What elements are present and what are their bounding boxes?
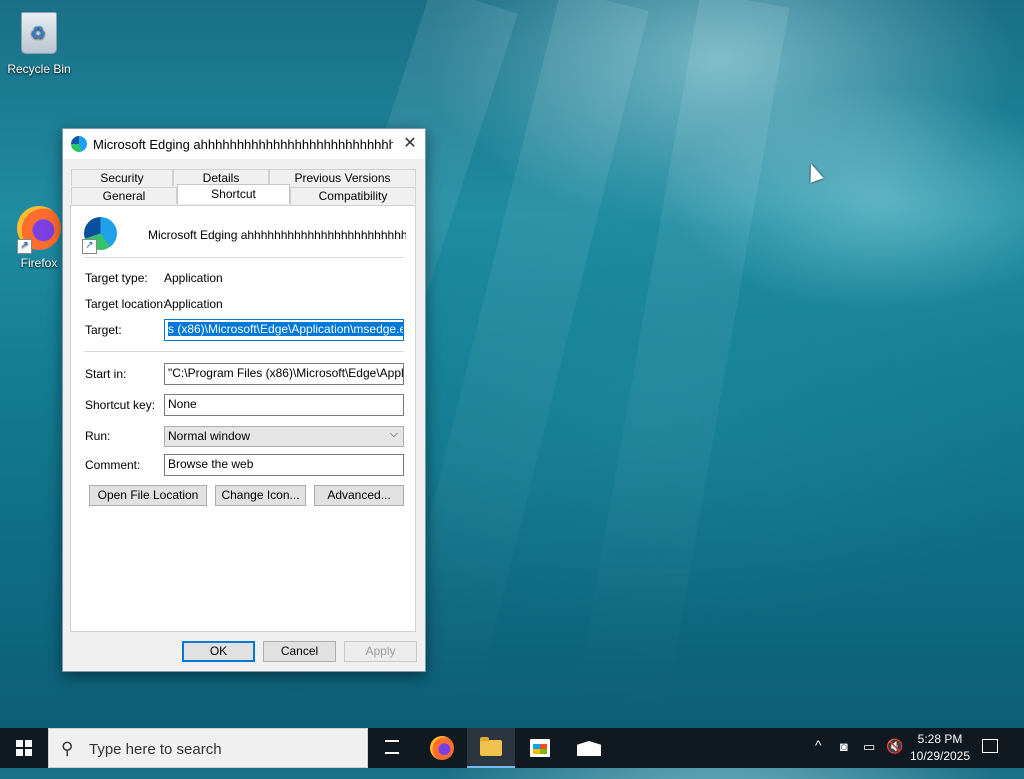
- change-icon-button[interactable]: Change Icon...: [215, 485, 306, 506]
- shortcut-arrow-icon: ↗: [82, 239, 97, 254]
- shortcut-arrow-icon: ↗: [17, 239, 32, 254]
- tab-security[interactable]: Security: [71, 169, 173, 186]
- comment-input[interactable]: Browse the web: [164, 454, 404, 476]
- notification-center-icon[interactable]: [982, 739, 998, 753]
- apply-button[interactable]: Apply: [344, 641, 417, 662]
- tray-overflow-chevron-icon[interactable]: ^: [815, 737, 822, 777]
- tab-previous-versions[interactable]: Previous Versions: [269, 169, 416, 186]
- dialog-title: Microsoft Edging ahhhhhhhhhhhhhhhhhhhhhh…: [93, 136, 393, 152]
- taskbar-search-box[interactable]: ⚲ Type here to search: [48, 728, 368, 768]
- clock-time: 5:28 PM: [917, 732, 963, 746]
- store-icon: [530, 739, 550, 757]
- firefox-icon: ↗: [15, 206, 63, 254]
- taskbar: ⚲ Type here to search ^ ◙ ▭ 🔇 5:28 PM 10…: [0, 728, 1024, 768]
- taskbar-firefox-button[interactable]: [418, 728, 466, 768]
- advanced-button[interactable]: Advanced...: [314, 485, 404, 506]
- meet-now-icon[interactable]: ◙: [840, 739, 848, 779]
- divider: [84, 351, 404, 352]
- tab-strip: Security Details Previous Versions Gener…: [71, 169, 417, 205]
- target-input[interactable]: s (x86)\Microsoft\Edge\Application\msedg…: [164, 319, 404, 341]
- task-view-button[interactable]: [368, 728, 416, 768]
- mouse-cursor-icon: [804, 161, 824, 183]
- desktop-icon-recycle-bin[interactable]: Recycle Bin: [1, 6, 77, 76]
- start-in-input[interactable]: "C:\Program Files (x86)\Microsoft\Edge\A…: [164, 363, 404, 385]
- windows-logo-icon: [16, 740, 32, 756]
- run-label: Run:: [85, 429, 111, 443]
- run-select[interactable]: Normal window ⌵: [164, 426, 404, 447]
- shortcut-properties-dialog: Microsoft Edging ahhhhhhhhhhhhhhhhhhhhhh…: [62, 128, 426, 672]
- clock-date: 10/29/2025: [909, 749, 971, 763]
- search-placeholder: Type here to search: [89, 741, 222, 758]
- open-file-location-button[interactable]: Open File Location: [89, 485, 207, 506]
- target-type-value: Application: [164, 271, 223, 285]
- shortcut-name: Microsoft Edging ahhhhhhhhhhhhhhhhhhhhhh…: [148, 228, 406, 242]
- shortcut-key-label: Shortcut key:: [85, 398, 156, 412]
- target-location-label: Target location:: [85, 297, 167, 311]
- volume-muted-icon[interactable]: 🔇: [886, 738, 903, 778]
- taskbar-clock[interactable]: 5:28 PM 10/29/2025: [908, 731, 972, 765]
- edge-icon: ↗: [82, 217, 117, 254]
- tab-general[interactable]: General: [71, 187, 177, 204]
- tab-shortcut[interactable]: Shortcut: [177, 184, 290, 204]
- target-label: Target:: [85, 323, 122, 337]
- close-button[interactable]: ✕: [395, 129, 425, 159]
- ok-button[interactable]: OK: [182, 641, 255, 662]
- tab-compatibility[interactable]: Compatibility: [290, 187, 416, 204]
- task-view-icon: [385, 740, 399, 754]
- comment-label: Comment:: [85, 458, 141, 472]
- edge-icon: [71, 136, 87, 152]
- desktop-icon-label: Recycle Bin: [7, 62, 71, 76]
- chevron-down-icon: ⌵: [389, 428, 398, 440]
- cancel-button[interactable]: Cancel: [263, 641, 336, 662]
- mail-icon: [577, 741, 601, 756]
- network-icon[interactable]: ▭: [863, 739, 875, 779]
- taskbar-store-button[interactable]: [516, 728, 564, 768]
- target-text: s (x86)\Microsoft\Edge\Application\msedg…: [168, 322, 403, 336]
- firefox-icon: [430, 736, 454, 760]
- start-in-label: Start in:: [85, 367, 127, 381]
- run-select-value: Normal window: [168, 429, 251, 443]
- divider: [84, 257, 404, 258]
- shortcut-tab-panel: ↗ Microsoft Edging ahhhhhhhhhhhhhhhhhhhh…: [70, 205, 416, 632]
- taskbar-file-explorer-button[interactable]: [467, 728, 515, 768]
- search-icon: ⚲: [61, 739, 74, 758]
- recycle-bin-icon: [15, 12, 63, 60]
- taskbar-mail-button[interactable]: [565, 728, 613, 768]
- file-explorer-icon: [480, 737, 502, 756]
- target-location-value: Application: [164, 297, 223, 311]
- start-button[interactable]: [0, 728, 48, 768]
- target-type-label: Target type:: [85, 271, 148, 285]
- shortcut-key-input[interactable]: None: [164, 394, 404, 416]
- dialog-titlebar[interactable]: Microsoft Edging ahhhhhhhhhhhhhhhhhhhhhh…: [63, 129, 425, 159]
